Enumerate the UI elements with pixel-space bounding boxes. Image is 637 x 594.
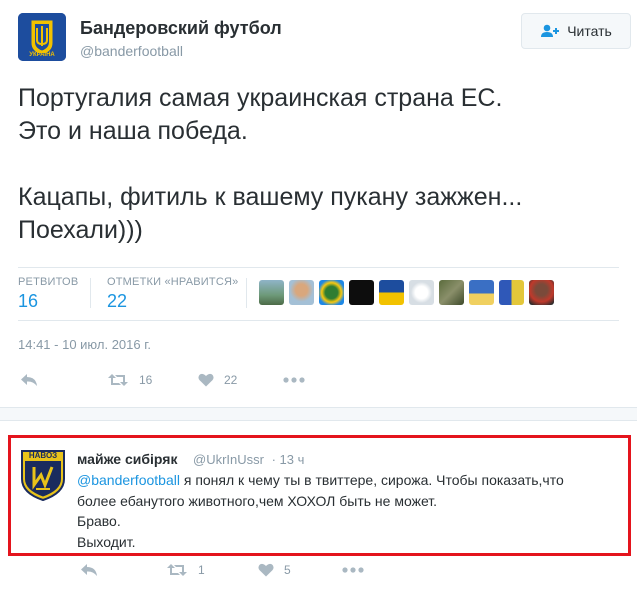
author-name[interactable]: Бандеровский футбол [80,18,282,39]
divider [18,320,619,321]
reply-text-line: более ебанутого животного,чем ХОХОЛ быть… [77,492,438,509]
retweets-count[interactable]: 16 [18,291,38,312]
avatar-logo-text: УКРАЇНА [29,52,55,58]
tweet-text: Португалия самая украинская страна ЕС. Э… [18,82,623,247]
likes-count[interactable]: 22 [107,291,127,312]
reply-avatar-text: НАВОЗ [28,451,58,460]
liker-avatar[interactable] [289,280,314,305]
reply-author-avatar[interactable]: НАВОЗ [20,449,66,502]
reply-icon [21,374,37,386]
reply-text-line: @banderfootball я понял к чему ты в твит… [77,470,627,491]
tweet-timestamp[interactable]: 14:41 - 10 июл. 2016 г. [18,337,151,352]
reply-time[interactable]: · 13 ч [272,452,305,467]
liker-avatar[interactable] [409,280,434,305]
liker-avatar[interactable] [349,280,374,305]
more-action[interactable] [283,368,305,392]
reply-like-count: 5 [284,563,291,577]
retweet-count: 16 [139,373,153,387]
liker-avatar[interactable] [439,280,464,305]
divider [18,267,619,268]
stat-divider [246,278,247,308]
section-separator [0,407,637,421]
likes-label[interactable]: ОТМЕТКИ «НРАВИТСЯ» [107,276,238,288]
retweets-label[interactable]: РЕТВИТОВ [18,276,78,288]
liker-avatar[interactable] [379,280,404,305]
reply-author-handle[interactable]: @UkrInUssr · 13 ч [193,452,304,467]
liker-avatar[interactable] [499,280,524,305]
follow-button-label: Читать [567,23,612,39]
author-handle[interactable]: @banderfootball [80,43,183,59]
tweet-text-line: Португалия самая украинская страна ЕС. [18,84,503,112]
reply-text-segment: я понял к чему ты в твиттере, сирожа. Чт… [179,472,564,488]
reply-retweet-count: 1 [198,563,205,577]
reply-text: @banderfootball я понял к чему ты в твит… [77,470,627,552]
tweet-text-line [18,148,623,181]
reply-more-action[interactable] [342,558,364,582]
reply-like-action[interactable]: 5 [258,558,291,582]
reply-retweet-action[interactable]: 1 [166,558,205,582]
author-avatar[interactable]: УКРАЇНА [18,13,66,61]
retweet-icon [167,564,187,576]
more-icon [283,377,305,383]
liker-avatar[interactable] [469,280,494,305]
retweet-action[interactable]: 16 [107,368,152,392]
mention-link[interactable]: @banderfootball [77,472,180,488]
like-count: 22 [224,373,238,387]
heart-icon [198,373,214,387]
reply-reply-action[interactable] [80,558,98,582]
add-user-icon [541,24,560,37]
retweet-icon [108,374,128,386]
tweet-text-line: Это и наша победа. [18,117,248,145]
heart-icon [258,563,274,577]
reply-text-line: Выходит. [77,533,136,550]
liker-avatar[interactable] [259,280,284,305]
reply-icon [81,564,97,576]
tweet-text-line: Поехали))) [18,216,143,244]
follow-button[interactable]: Читать [521,13,631,49]
liker-avatar[interactable] [529,280,554,305]
reply-handle-text: @UkrInUssr [193,452,264,467]
stat-divider [90,278,91,308]
reply-text-line: Браво. [77,513,121,529]
like-action[interactable]: 22 [198,368,237,392]
liker-avatar[interactable] [319,280,344,305]
likers-avatars [259,280,554,305]
more-icon [342,567,364,573]
reply-action[interactable] [20,368,38,392]
tweet-text-line: Кацапы, фитиль к вашему пукану зажжен... [18,183,523,211]
reply-author-name[interactable]: майже сибіряк [77,451,177,467]
